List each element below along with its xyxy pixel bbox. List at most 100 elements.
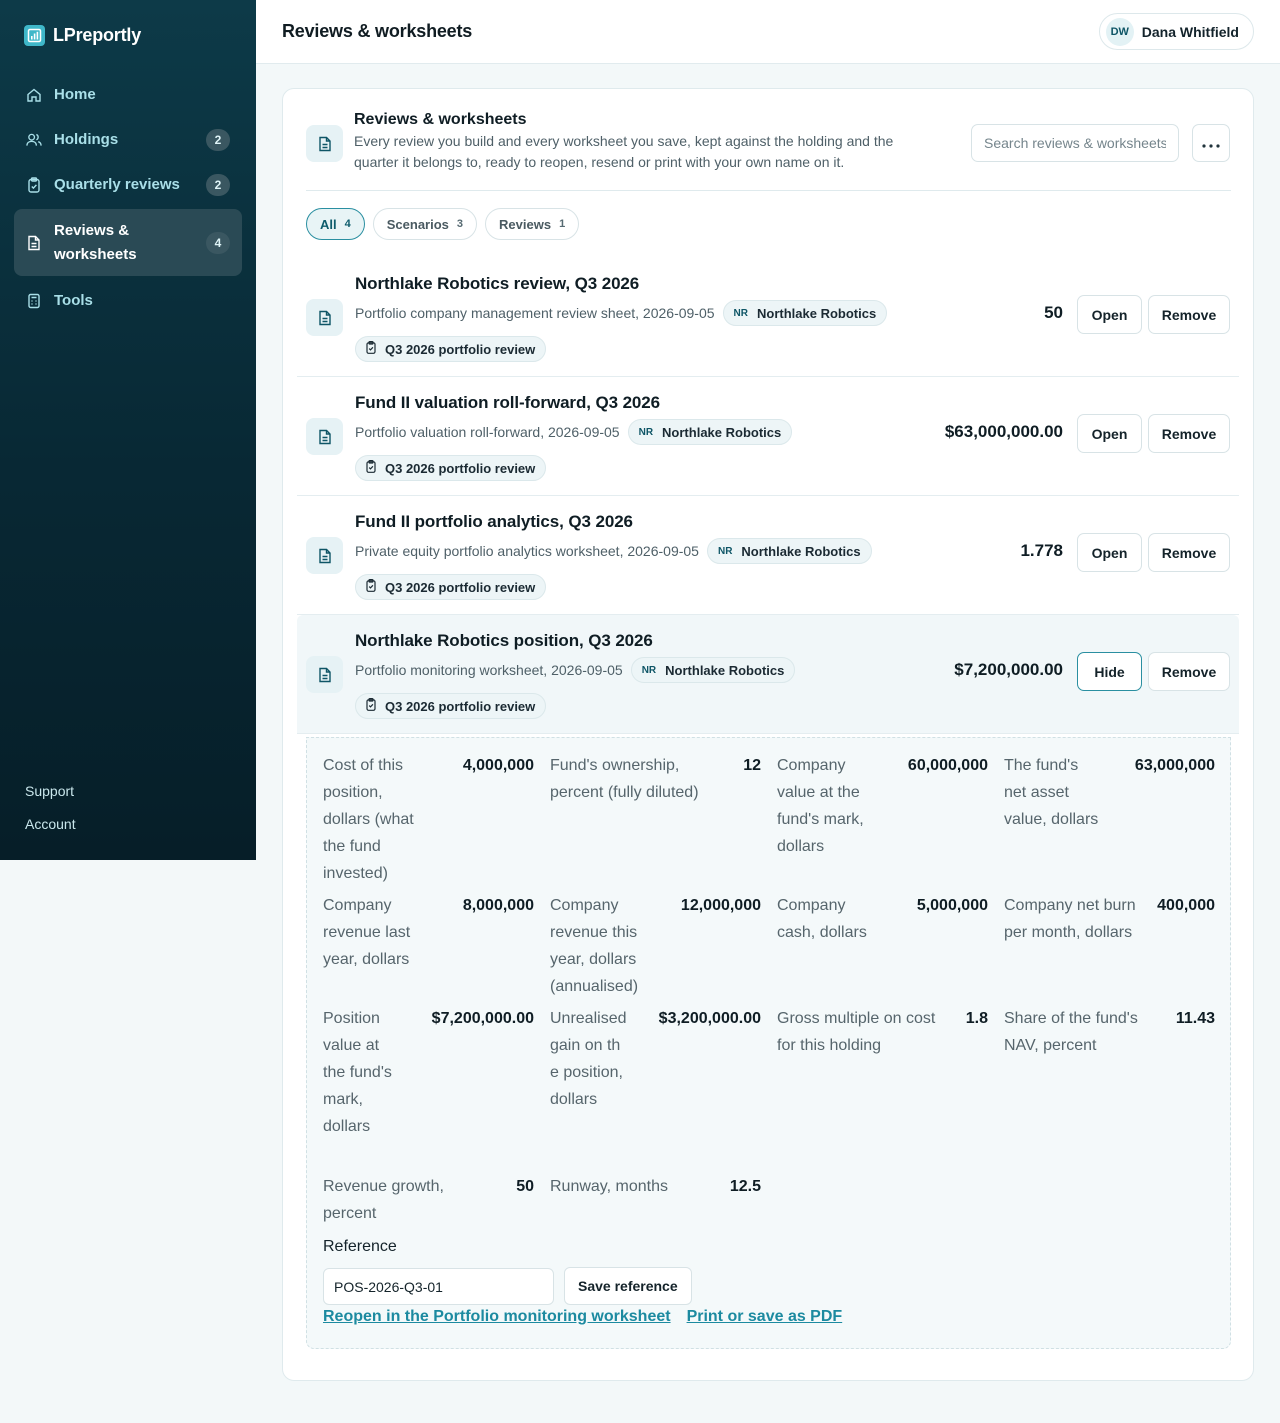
document-icon	[306, 537, 343, 574]
filter-scenarios[interactable]: Scenarios 3	[372, 208, 478, 240]
review-name: Q3 2026 portfolio review	[385, 579, 536, 595]
sidebar-item-quarterly-reviews[interactable]: Quarterly reviews 2	[14, 163, 242, 207]
sidebar-item-label: Home	[54, 86, 96, 103]
company-chip[interactable]: NR Northlake Robotics	[706, 538, 872, 564]
sidebar-item-home[interactable]: Home	[14, 73, 242, 117]
clipboard-icon	[366, 579, 376, 595]
remove-button[interactable]: Remove	[1148, 414, 1230, 453]
field-label: Cost of this position, dollars (what the…	[323, 757, 414, 882]
list-item: Northlake Robotics position, Q3 2026 Por…	[297, 615, 1239, 734]
company-name: Northlake Robotics	[757, 305, 877, 321]
remove-button[interactable]: Remove	[1148, 652, 1230, 691]
item-description: Portfolio valuation roll-forward, 2026-0…	[355, 424, 620, 440]
field-value: 12.5	[729, 1178, 761, 1195]
filter-label: Scenarios	[386, 216, 449, 232]
count-badge: 4	[206, 231, 230, 254]
item-value: 50	[1044, 303, 1063, 322]
reopen-worksheet-link[interactable]: Reopen in the Portfolio monitoring works…	[323, 1308, 671, 1326]
page-title: Reviews & worksheets	[282, 21, 473, 41]
review-name: Q3 2026 portfolio review	[385, 460, 536, 476]
field-value: 4,000,000	[462, 757, 534, 774]
document-icon	[306, 125, 343, 162]
item-value: $7,200,000.00	[954, 660, 1063, 679]
field-label: Gross multiple on cost for this holding	[777, 1010, 936, 1054]
item-value: $63,000,000.00	[944, 422, 1063, 441]
field-value: $7,200,000.00	[431, 1010, 534, 1027]
field-label: Company value at the fund's mark, dollar…	[777, 757, 864, 855]
company-chip[interactable]: NR Northlake Robotics	[627, 419, 793, 445]
filter-reviews[interactable]: Reviews 1	[485, 208, 580, 240]
review-chip[interactable]: Q3 2026 portfolio review	[355, 693, 547, 719]
sidebar-item-tools[interactable]: Tools	[14, 279, 242, 323]
sidebar-item-reviews-worksheets[interactable]: Reviews & worksheets 4	[14, 209, 242, 276]
sidebar-item-label: Holdings	[54, 131, 119, 148]
field-label: Unrealised gain on the position, dollars	[550, 1010, 627, 1108]
item-title: Fund II portfolio analytics, Q3 2026	[355, 512, 633, 531]
sidebar-item-holdings[interactable]: Holdings 2	[14, 118, 242, 162]
item-description: Private equity portfolio analytics works…	[355, 543, 699, 559]
print-pdf-link[interactable]: Print or save as PDF	[687, 1308, 843, 1326]
search-input[interactable]	[971, 124, 1179, 162]
field-label: Company net burn per month, dollars	[1004, 897, 1136, 941]
review-chip[interactable]: Q3 2026 portfolio review	[355, 455, 547, 481]
save-reference-button[interactable]: Save reference	[564, 1267, 692, 1305]
open-button[interactable]: Open	[1077, 533, 1142, 572]
reviews-card: Reviews & worksheets Every review you bu…	[282, 88, 1254, 1381]
clipboard-icon	[366, 460, 376, 476]
company-initials: NR	[717, 545, 733, 557]
company-initials: NR	[641, 664, 657, 676]
review-chip[interactable]: Q3 2026 portfolio review	[355, 336, 547, 362]
hide-button[interactable]: Hide	[1077, 652, 1142, 691]
field-label: Runway, months	[550, 1178, 668, 1195]
field-label: The fund's net asset value, dollars	[1004, 757, 1099, 828]
filter-all[interactable]: All 4	[306, 208, 365, 240]
open-button[interactable]: Open	[1077, 295, 1142, 334]
item-value: 1.778	[1020, 541, 1063, 560]
field-value: 5,000,000	[916, 897, 988, 914]
field-label: Company revenue this year, dollars (annu…	[550, 897, 639, 995]
company-name: Northlake Robotics	[665, 662, 785, 678]
field-label: Position value at the fund's mark, dolla…	[323, 1010, 392, 1135]
item-description: Portfolio company management review shee…	[355, 305, 715, 321]
field-value: 11.43	[1175, 1010, 1215, 1027]
support-link[interactable]: Support	[25, 783, 76, 799]
remove-button[interactable]: Remove	[1148, 533, 1230, 572]
company-chip[interactable]: NR Northlake Robotics	[722, 300, 888, 326]
document-icon	[306, 418, 343, 455]
company-chip[interactable]: NR Northlake Robotics	[630, 657, 796, 683]
card-title: Reviews & worksheets	[354, 111, 527, 128]
card-description: Every review you build and every workshe…	[354, 133, 894, 170]
document-icon	[26, 235, 42, 251]
filter-count: 1	[559, 218, 566, 230]
list-item: Fund II portfolio analytics, Q3 2026 Pri…	[297, 496, 1239, 615]
company-name: Northlake Robotics	[741, 543, 861, 559]
account-link[interactable]: Account	[25, 816, 76, 832]
remove-button[interactable]: Remove	[1148, 295, 1230, 334]
company-initials: NR	[638, 426, 654, 438]
sidebar-item-label: Quarterly reviews	[54, 176, 180, 193]
sidebar-item-label: Tools	[54, 292, 93, 309]
field-label: Company cash, dollars	[777, 897, 867, 941]
reference-input[interactable]	[323, 1268, 554, 1305]
document-icon	[306, 299, 343, 336]
detail-links: Reopen in the Portfolio monitoring works…	[323, 1308, 842, 1326]
review-chip[interactable]: Q3 2026 portfolio review	[355, 574, 547, 600]
open-button[interactable]: Open	[1077, 414, 1142, 453]
field-value: $3,200,000.00	[658, 1010, 761, 1027]
users-icon	[26, 132, 42, 148]
item-subtitle: Private equity portfolio analytics works…	[355, 538, 872, 564]
field-label: Fund's ownership, percent (fully diluted…	[550, 757, 699, 801]
review-name: Q3 2026 portfolio review	[385, 341, 536, 357]
item-description: Portfolio monitoring worksheet, 2026-09-…	[355, 662, 623, 678]
sidebar-item-label: Reviews & worksheets	[54, 221, 137, 263]
app-name: LPreportly	[53, 25, 142, 45]
more-options-button[interactable]	[1192, 124, 1230, 162]
review-name: Q3 2026 portfolio review	[385, 698, 536, 714]
brand[interactable]: LPreportly	[24, 25, 141, 46]
list-item: Northlake Robotics review, Q3 2026 Portf…	[297, 258, 1239, 377]
company-name: Northlake Robotics	[662, 424, 782, 440]
list-item: Fund II valuation roll-forward, Q3 2026 …	[297, 377, 1239, 496]
user-menu[interactable]: DW Dana Whitfield	[1098, 13, 1254, 50]
sidebar-nav: Home Holdings 2 Quarterly reviews 2 Revi…	[14, 73, 242, 324]
home-icon	[26, 87, 42, 103]
